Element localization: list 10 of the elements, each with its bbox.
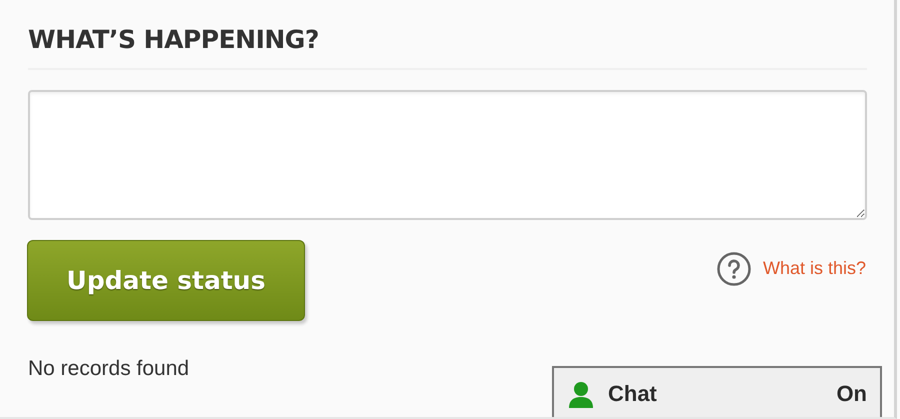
help-link[interactable]: What is this? xyxy=(762,258,866,279)
section-heading: WHAT’S HAPPENING? xyxy=(28,25,867,70)
help-icon[interactable] xyxy=(716,252,751,286)
chat-bar[interactable]: Chat On xyxy=(552,366,882,417)
empty-message: No records found xyxy=(28,357,190,381)
person-icon xyxy=(568,381,594,408)
chat-status: On xyxy=(836,381,867,407)
status-input-field[interactable] xyxy=(28,90,867,220)
chat-label: Chat xyxy=(608,381,658,407)
update-status-button[interactable]: Update status xyxy=(27,240,305,321)
